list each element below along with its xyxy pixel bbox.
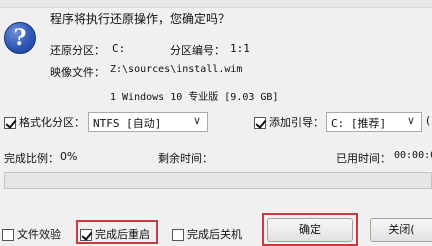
boot-target-value: C: [推荐] bbox=[331, 117, 387, 130]
image-file-label: 映像文件： bbox=[50, 66, 105, 79]
add-boot-checkbox[interactable]: 添加引导： bbox=[254, 114, 324, 130]
elapsed-time-label: 已用时间： bbox=[336, 152, 391, 165]
confirm-message: 程序将执行还原操作，您确定吗？ bbox=[50, 12, 231, 26]
format-checkbox-box[interactable] bbox=[4, 117, 16, 129]
reboot-after-checkbox[interactable]: 完成后重启 bbox=[80, 226, 150, 242]
format-partition-label: 格式化分区： bbox=[19, 116, 85, 129]
image-entry: 1 Windows 10 专业版 [9.03 GB] bbox=[110, 92, 279, 103]
shutdown-after-checkbox[interactable]: 完成后关机 bbox=[172, 226, 242, 242]
completed-value: 0% bbox=[60, 150, 78, 163]
shutdown-checkbox-box[interactable] bbox=[172, 229, 184, 241]
shutdown-after-label: 完成后关机 bbox=[187, 228, 242, 241]
boot-trailing-text: ( bbox=[426, 114, 431, 127]
ok-button[interactable]: 确定 bbox=[267, 218, 353, 242]
partition-number-label: 分区编号： bbox=[170, 44, 225, 57]
add-boot-label: 添加引导： bbox=[269, 116, 324, 129]
chevron-down-icon: ∨ bbox=[406, 114, 415, 127]
format-type-select[interactable]: NTFS [自动] ∨ bbox=[88, 112, 208, 132]
restore-partition-label: 还原分区： bbox=[50, 44, 105, 57]
window-top-border bbox=[0, 0, 432, 8]
image-file-value: Z:\sources\install.wim bbox=[110, 64, 243, 75]
reboot-checkbox-box[interactable] bbox=[80, 229, 92, 241]
restore-partition-value: C: bbox=[112, 42, 126, 55]
file-verify-label: 文件效验 bbox=[17, 228, 61, 241]
format-type-value: NTFS [自动] bbox=[93, 117, 162, 130]
close-button[interactable]: 关闭( bbox=[370, 218, 432, 242]
partition-number-value: 1:1 bbox=[230, 42, 250, 55]
elapsed-time-value: 00:00:0 bbox=[394, 150, 432, 161]
format-partition-checkbox[interactable]: 格式化分区： bbox=[4, 114, 85, 130]
boot-checkbox-box[interactable] bbox=[254, 117, 266, 129]
chevron-down-icon: ∨ bbox=[192, 114, 201, 127]
remaining-time-label: 剩余时间： bbox=[158, 152, 213, 165]
file-verify-checkbox[interactable]: 文件效验 bbox=[2, 226, 61, 242]
verify-checkbox-box[interactable] bbox=[2, 229, 14, 241]
boot-target-select[interactable]: C: [推荐] ∨ bbox=[326, 112, 422, 132]
completed-label: 完成比例： bbox=[4, 152, 59, 165]
question-icon: ? bbox=[4, 22, 36, 54]
reboot-after-label: 完成后重启 bbox=[95, 228, 150, 241]
progress-bar bbox=[4, 172, 432, 189]
